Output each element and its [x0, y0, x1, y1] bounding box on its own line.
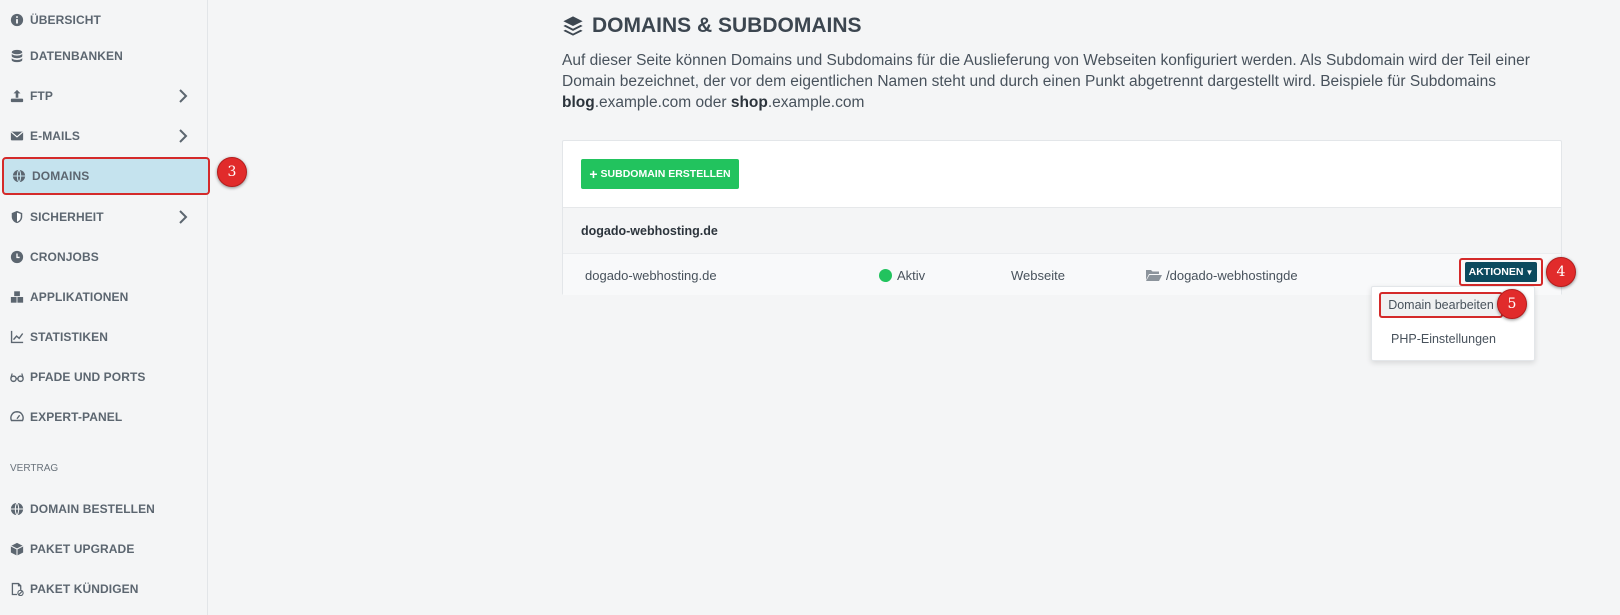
- type-cell: Webseite: [1011, 267, 1065, 283]
- description-text: .example.com: [767, 94, 865, 111]
- path-text: /dogado-webhostingde: [1166, 267, 1298, 283]
- sidebar-item-label: PAKET UPGRADE: [30, 542, 135, 556]
- chevron-right-icon[interactable]: [178, 89, 188, 103]
- caret-down-icon: ▼: [1525, 267, 1534, 277]
- domain-group-header: dogado-webhosting.de: [563, 207, 1561, 253]
- upload-icon: [10, 89, 24, 103]
- clock-icon: [10, 250, 24, 264]
- menu-item-php-einstellungen[interactable]: PHP-Einstellungen: [1391, 332, 1496, 346]
- sidebar-item-expert-panel[interactable]: EXPERT-PANEL: [0, 397, 208, 437]
- create-subdomain-label: SUBDOMAIN ERSTELLEN: [600, 168, 731, 180]
- actions-label: AKTIONEN: [1468, 266, 1524, 278]
- gauge-icon: [10, 410, 24, 424]
- sidebar-item-label: DATENBANKEN: [30, 49, 123, 63]
- create-subdomain-button[interactable]: + SUBDOMAIN ERSTELLEN: [581, 159, 739, 189]
- sidebar-item-label: ÜBERSICHT: [30, 13, 101, 27]
- sidebar-item-ftp[interactable]: FTP: [0, 76, 208, 116]
- description-text: .example.com oder: [594, 94, 731, 111]
- info-circle-icon: [10, 13, 24, 27]
- actions-dropdown-button[interactable]: AKTIONEN ▼: [1465, 262, 1537, 282]
- sidebar-item-label: DOMAINS: [32, 169, 90, 183]
- sidebar-section-vertrag: VERTRAG: [10, 463, 59, 474]
- sidebar-item-label: CRONJOBS: [30, 250, 99, 264]
- sidebar-item-paket-kuendigen[interactable]: PAKET KÜNDIGEN: [0, 569, 208, 609]
- database-icon: [10, 49, 24, 63]
- callout-badge-4: 4: [1546, 257, 1576, 287]
- path-cell: /dogado-webhostingde: [1146, 254, 1298, 296]
- file-cancel-icon: [10, 582, 24, 596]
- sidebar-item-label: SICHERHEIT: [30, 210, 104, 224]
- description-example-shop: shop: [730, 94, 768, 111]
- globe-icon: [12, 169, 26, 183]
- sidebar-item-label: EXPERT-PANEL: [30, 410, 123, 424]
- sidebar-item-sicherheit[interactable]: SICHERHEIT: [0, 197, 208, 237]
- box-icon: [10, 542, 24, 556]
- envelope-icon: [10, 129, 24, 143]
- sidebar-item-applikationen[interactable]: APPLIKATIONEN: [0, 277, 208, 317]
- description-text: Auf dieser Seite können Domains und Subd…: [562, 52, 1530, 90]
- sidebar-item-datenbanken[interactable]: DATENBANKEN: [0, 36, 208, 76]
- sidebar-item-label: STATISTIKEN: [30, 330, 108, 344]
- folder-open-icon: [1146, 269, 1162, 281]
- sidebar-item-domain-bestellen[interactable]: DOMAIN BESTELLEN: [0, 489, 208, 529]
- shield-icon: [10, 210, 24, 224]
- sidebar-item-pfade-und-ports[interactable]: PFADE UND PORTS: [0, 357, 208, 397]
- sidebar-item-label: E-MAILS: [30, 129, 81, 143]
- chart-line-icon: [10, 330, 24, 344]
- description-example-blog: blog: [562, 94, 595, 111]
- status-cell: Aktiv: [879, 254, 925, 296]
- sidebar-item-domains[interactable]: DOMAINS: [2, 157, 210, 195]
- plus-icon: +: [589, 166, 598, 182]
- sidebar-item-uebersicht[interactable]: ÜBERSICHT: [0, 0, 208, 40]
- globe-icon: [10, 502, 24, 516]
- cubes-icon: [10, 290, 24, 304]
- sidebar-item-paket-upgrade[interactable]: PAKET UPGRADE: [0, 529, 208, 569]
- sidebar-item-cronjobs[interactable]: CRONJOBS: [0, 237, 208, 277]
- sidebar: ÜBERSICHT DATENBANKEN FTP E-MAILS DOMAIN…: [0, 0, 210, 615]
- status-text: Aktiv: [897, 267, 926, 283]
- sidebar-item-label: PFADE UND PORTS: [30, 370, 146, 384]
- chevron-right-icon[interactable]: [178, 210, 188, 224]
- page-description: Auf dieser Seite können Domains und Subd…: [562, 50, 1562, 113]
- status-active-icon: [879, 268, 892, 282]
- page-title-text: DOMAINS & SUBDOMAINS: [592, 14, 862, 37]
- sidebar-item-emails[interactable]: E-MAILS: [0, 116, 208, 156]
- sidebar-item-label: FTP: [30, 89, 53, 103]
- glasses-icon: [10, 370, 24, 384]
- callout-badge-3: 3: [217, 157, 247, 187]
- sidebar-item-statistiken[interactable]: STATISTIKEN: [0, 317, 208, 357]
- menu-item-domain-bearbeiten[interactable]: Domain bearbeiten: [1379, 292, 1503, 318]
- domains-card: + SUBDOMAIN ERSTELLEN dogado-webhosting.…: [562, 140, 1562, 295]
- actions-button-highlight: AKTIONEN ▼: [1459, 258, 1543, 286]
- sidebar-item-label: PAKET KÜNDIGEN: [30, 582, 139, 596]
- sidebar-item-label: DOMAIN BESTELLEN: [30, 502, 155, 516]
- layers-icon: [563, 16, 583, 36]
- page-title: DOMAINS & SUBDOMAINS: [562, 14, 862, 38]
- sidebar-item-label: APPLIKATIONEN: [30, 290, 129, 304]
- chevron-right-icon[interactable]: [178, 129, 188, 143]
- domain-name[interactable]: dogado-webhosting.de: [585, 254, 717, 296]
- callout-badge-5: 5: [1497, 289, 1527, 319]
